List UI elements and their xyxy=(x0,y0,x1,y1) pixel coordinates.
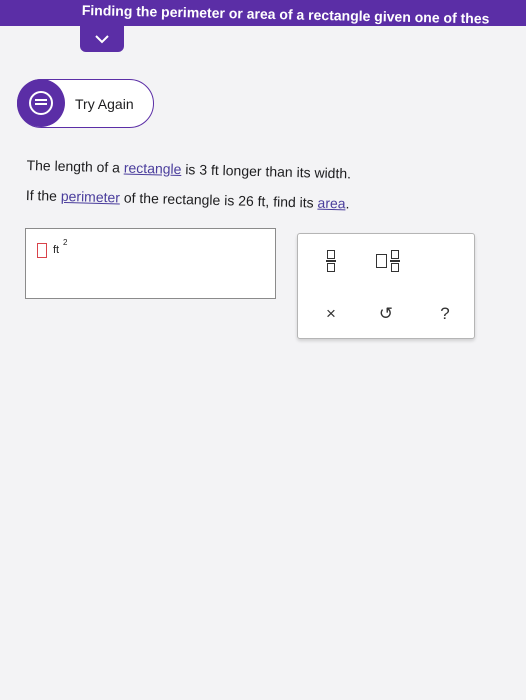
problem-statement: The length of a rectangle is 3 ft longer… xyxy=(25,150,466,221)
retry-icon xyxy=(17,79,65,127)
perimeter-link[interactable]: perimeter xyxy=(61,188,121,206)
header-bar: Finding the perimeter or area of a recta… xyxy=(0,0,526,27)
math-keypad: × ↺ ? xyxy=(297,233,475,339)
fraction-button[interactable] xyxy=(316,244,346,278)
undo-button[interactable]: ↺ xyxy=(371,299,401,329)
problem-text: The length of a xyxy=(26,156,125,176)
chevron-down-icon xyxy=(95,35,109,44)
problem-text: . xyxy=(345,195,350,212)
problem-text: If the xyxy=(25,186,62,204)
page-title: Finding the perimeter or area of a recta… xyxy=(81,2,490,27)
mixed-number-button[interactable] xyxy=(368,244,408,278)
help-button[interactable]: ? xyxy=(430,299,460,329)
answer-input[interactable]: ft 2 xyxy=(25,228,276,299)
try-again-button[interactable]: Try Again xyxy=(17,79,154,128)
collapse-toggle-button[interactable] xyxy=(80,26,124,52)
answer-placeholder-box[interactable] xyxy=(37,243,47,258)
problem-text: of the rectangle is 26 ft, find its xyxy=(119,189,318,211)
area-link[interactable]: area xyxy=(317,195,345,212)
fraction-icon xyxy=(326,249,336,273)
problem-text: is 3 ft longer than its width. xyxy=(181,161,352,182)
unit-exponent: 2 xyxy=(63,238,68,247)
unit-label: ft xyxy=(53,244,60,256)
clear-button[interactable]: × xyxy=(316,299,346,329)
mixed-number-icon xyxy=(376,249,400,273)
rectangle-link[interactable]: rectangle xyxy=(124,160,182,178)
try-again-label: Try Again xyxy=(75,96,134,112)
